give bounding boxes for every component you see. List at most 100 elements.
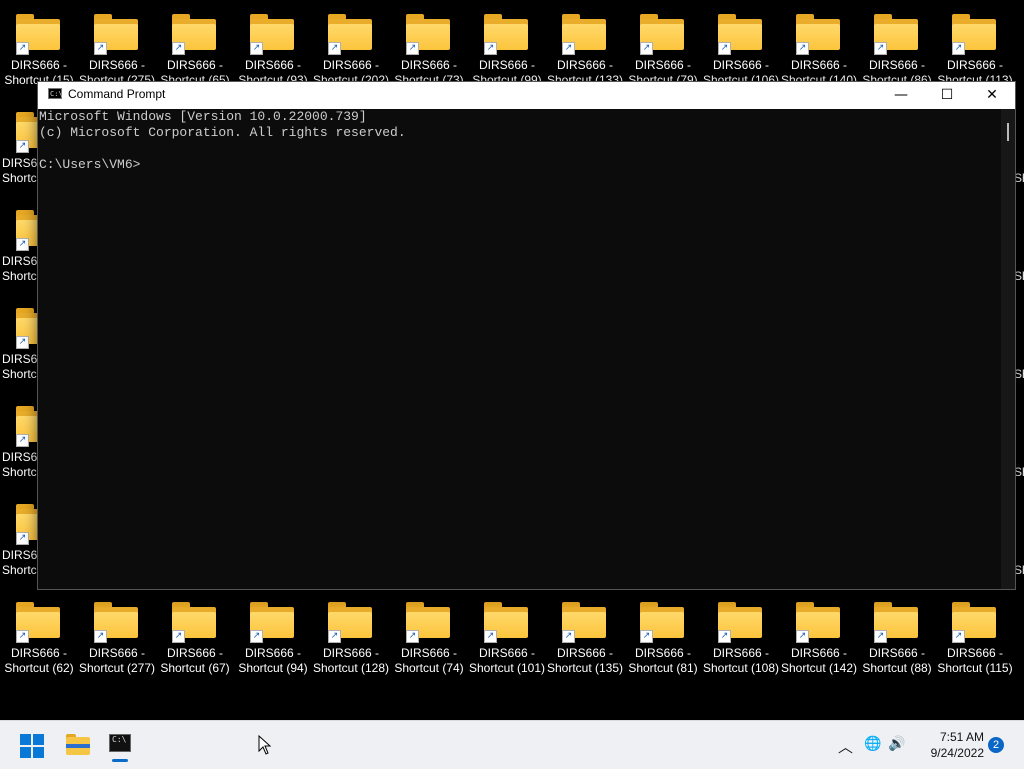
windows-logo-icon — [33, 734, 44, 745]
shortcut-arrow-icon: ↗ — [484, 630, 497, 643]
notification-badge[interactable]: 2 — [988, 737, 1004, 753]
desktop-shortcut-icon[interactable]: ↗ DIRS666 - Shortcut (67) — [156, 600, 234, 696]
clock-time: 7:51 AM — [939, 730, 984, 744]
volume-icon[interactable]: 🔊 — [888, 736, 905, 752]
desktop-shortcut-icon[interactable]: ↗ DIRS666 - Shortcut (277) — [78, 600, 156, 696]
desktop-shortcut-icon[interactable]: ↗ DIRS666 - Shortcut — [0, 502, 38, 598]
desktop-icon-label-clipped: Sh — [1014, 465, 1024, 479]
desktop-icon-label: DIRS666 - Shortcut (135) — [546, 646, 624, 675]
desktop-shortcut-icon[interactable]: ↗ DIRS666 - Shortcut — [0, 404, 38, 500]
desktop-shortcut-icon[interactable]: ↗ DIRS666 - Shortcut (108) — [702, 600, 780, 696]
shortcut-arrow-icon: ↗ — [796, 630, 809, 643]
console-line: (c) Microsoft Corporation. All rights re… — [39, 125, 406, 140]
console-output[interactable]: Microsoft Windows [Version 10.0.22000.73… — [39, 109, 1001, 587]
start-button[interactable] — [20, 734, 44, 758]
desktop-shortcut-icon[interactable]: ↗ DIRS666 - Shortcut (142) — [780, 600, 858, 696]
shortcut-arrow-icon: ↗ — [952, 42, 965, 55]
desktop-icon-label-clipped: Sh — [1014, 367, 1024, 381]
shortcut-arrow-icon: ↗ — [16, 630, 29, 643]
network-globe-icon[interactable]: 🌐 — [864, 736, 881, 752]
vertical-scrollbar[interactable] — [1001, 109, 1015, 589]
shortcut-arrow-icon: ↗ — [640, 42, 653, 55]
desktop-icon-label: DIRS666 - Shortcut — [2, 450, 38, 479]
shortcut-arrow-icon: ↗ — [16, 336, 29, 349]
shortcut-arrow-icon: ↗ — [640, 630, 653, 643]
shortcut-arrow-icon: ↗ — [874, 42, 887, 55]
desktop-shortcut-icon[interactable]: ↗ DIRS666 - Shortcut — [0, 110, 38, 206]
desktop-icon-label: DIRS666 - Shortcut — [2, 548, 38, 577]
desktop-shortcut-icon[interactable]: ↗ DIRS666 - Shortcut (74) — [390, 600, 468, 696]
scrollbar-thumb[interactable] — [1007, 123, 1009, 141]
desktop-icon-label: DIRS666 - Shortcut — [2, 254, 38, 283]
desktop-icon-label: DIRS666 - Shortcut (128) — [312, 646, 390, 675]
shortcut-arrow-icon: ↗ — [172, 42, 185, 55]
console-line: Microsoft Windows [Version 10.0.22000.73… — [39, 109, 367, 124]
clock[interactable]: 7:51 AM 9/24/2022 — [912, 729, 984, 761]
shortcut-arrow-icon: ↗ — [874, 630, 887, 643]
shortcut-arrow-icon: ↗ — [16, 434, 29, 447]
console-line: C:\Users\VM6> — [39, 157, 141, 172]
desktop-shortcut-icon[interactable]: ↗ DIRS666 - Shortcut — [0, 208, 38, 304]
file-explorer-button[interactable] — [60, 729, 94, 761]
desktop-icon-label: DIRS666 - Shortcut (62) — [4, 646, 74, 675]
desktop: ↗ DIRS666 - Shortcut (15) ↗ DIRS666 - Short… — [0, 0, 1024, 720]
active-indicator — [112, 759, 128, 762]
desktop-shortcut-icon[interactable]: ↗ DIRS666 - Shortcut (115) — [936, 600, 1014, 696]
close-button[interactable]: ✕ — [969, 82, 1015, 109]
desktop-icon-label: DIRS666 - Shortcut — [2, 352, 38, 381]
desktop-icon-label: DIRS666 - Shortcut (108) — [702, 646, 780, 675]
desktop-icon-label: DIRS666 - Shortcut (74) — [394, 646, 464, 675]
desktop-icon-label-clipped: Sh — [1014, 171, 1024, 185]
shortcut-arrow-icon: ↗ — [562, 630, 575, 643]
desktop-icon-label-clipped: Sh — [1014, 563, 1024, 577]
shortcut-arrow-icon: ↗ — [16, 140, 29, 153]
shortcut-arrow-icon: ↗ — [16, 532, 29, 545]
desktop-shortcut-icon[interactable]: ↗ DIRS666 - Shortcut (135) — [546, 600, 624, 696]
desktop-shortcut-icon[interactable]: ↗ DIRS666 - Shortcut — [0, 306, 38, 402]
shortcut-arrow-icon: ↗ — [718, 42, 731, 55]
title-bar[interactable]: C:\ Command Prompt — ☐ ✕ — [38, 82, 1015, 109]
desktop-icon-label: DIRS666 - Shortcut (94) — [238, 646, 308, 675]
desktop-shortcut-icon[interactable]: ↗ DIRS666 - Shortcut (62) — [0, 600, 78, 696]
desktop-shortcut-icon[interactable]: ↗ DIRS666 - Shortcut (88) — [858, 600, 936, 696]
shortcut-arrow-icon: ↗ — [562, 42, 575, 55]
maximize-button[interactable]: ☐ — [924, 82, 970, 109]
shortcut-arrow-icon: ↗ — [796, 42, 809, 55]
shortcut-arrow-icon: ↗ — [172, 630, 185, 643]
shortcut-arrow-icon: ↗ — [250, 630, 263, 643]
minimize-button[interactable]: — — [878, 82, 924, 109]
shortcut-arrow-icon: ↗ — [484, 42, 497, 55]
desktop-shortcut-icon[interactable]: ↗ DIRS666 - Shortcut (128) — [312, 600, 390, 696]
shortcut-arrow-icon: ↗ — [406, 42, 419, 55]
desktop-shortcut-icon[interactable]: ↗ DIRS666 - Shortcut (101) — [468, 600, 546, 696]
window-title: Command Prompt — [68, 87, 166, 101]
windows-logo-icon — [33, 747, 44, 758]
windows-logo-icon — [20, 734, 31, 745]
desktop-shortcut-icon[interactable]: ↗ DIRS666 - Shortcut (94) — [234, 600, 312, 696]
folder-icon — [66, 744, 90, 748]
desktop-icon-label: DIRS666 - Shortcut (142) — [780, 646, 858, 675]
clock-date: 9/24/2022 — [930, 746, 984, 760]
desktop-icon-label-clipped: Sh — [1014, 269, 1024, 283]
shortcut-arrow-icon: ↗ — [250, 42, 263, 55]
desktop-icon-label: DIRS666 - Shortcut (277) — [78, 646, 156, 675]
desktop-icon-label: DIRS666 - Shortcut (88) — [862, 646, 932, 675]
taskbar: C:\ ︿ 🌐 🔊 7:51 AM 9/24/2022 2 — [0, 720, 1024, 769]
shortcut-arrow-icon: ↗ — [328, 630, 341, 643]
command-prompt-window[interactable]: C:\ Command Prompt — ☐ ✕ Microsoft Windo… — [38, 82, 1015, 589]
command-prompt-taskbar-button[interactable]: C:\ — [103, 729, 137, 762]
shortcut-arrow-icon: ↗ — [952, 630, 965, 643]
desktop-icon-label: DIRS666 - Shortcut (81) — [628, 646, 698, 675]
desktop-icon-label: DIRS666 - Shortcut (115) — [937, 646, 1013, 675]
shortcut-arrow-icon: ↗ — [16, 238, 29, 251]
cmd-window-icon: C:\ — [48, 88, 63, 99]
shortcut-arrow-icon: ↗ — [406, 630, 419, 643]
desktop-icon-label: DIRS666 - Shortcut — [2, 156, 38, 185]
show-hidden-icons-chevron-icon[interactable]: ︿ — [838, 736, 853, 757]
terminal-icon: C:\ — [109, 734, 131, 752]
shortcut-arrow-icon: ↗ — [94, 42, 107, 55]
desktop-shortcut-icon[interactable]: ↗ DIRS666 - Shortcut (81) — [624, 600, 702, 696]
mouse-pointer-icon — [258, 735, 272, 755]
desktop-icon-label: DIRS666 - Shortcut (101) — [468, 646, 546, 675]
